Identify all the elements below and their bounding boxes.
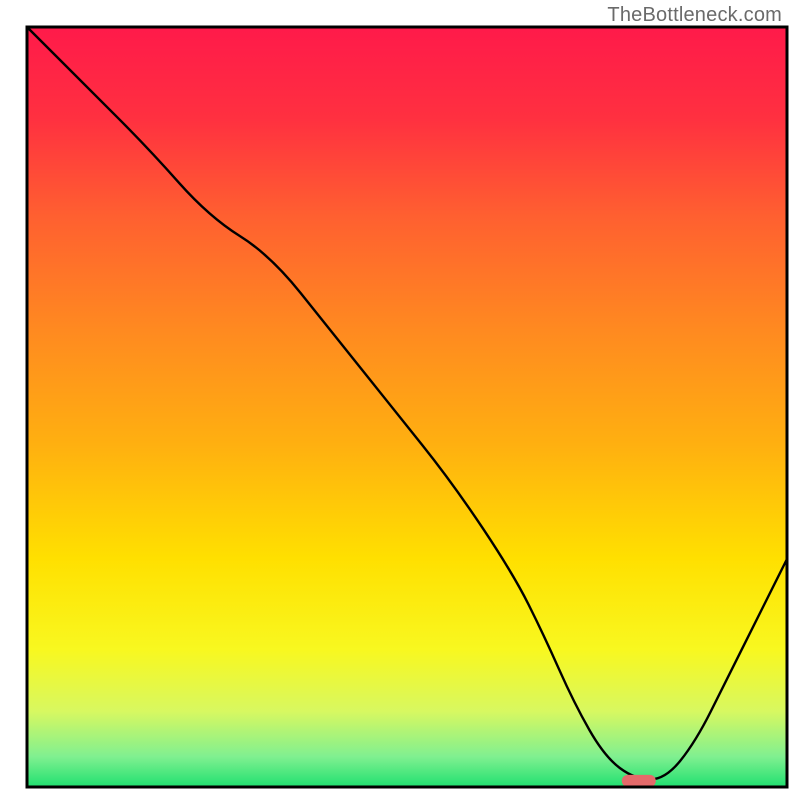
bottleneck-chart [0,0,800,800]
optimal-marker [622,775,656,787]
watermark-text: TheBottleneck.com [607,4,782,27]
